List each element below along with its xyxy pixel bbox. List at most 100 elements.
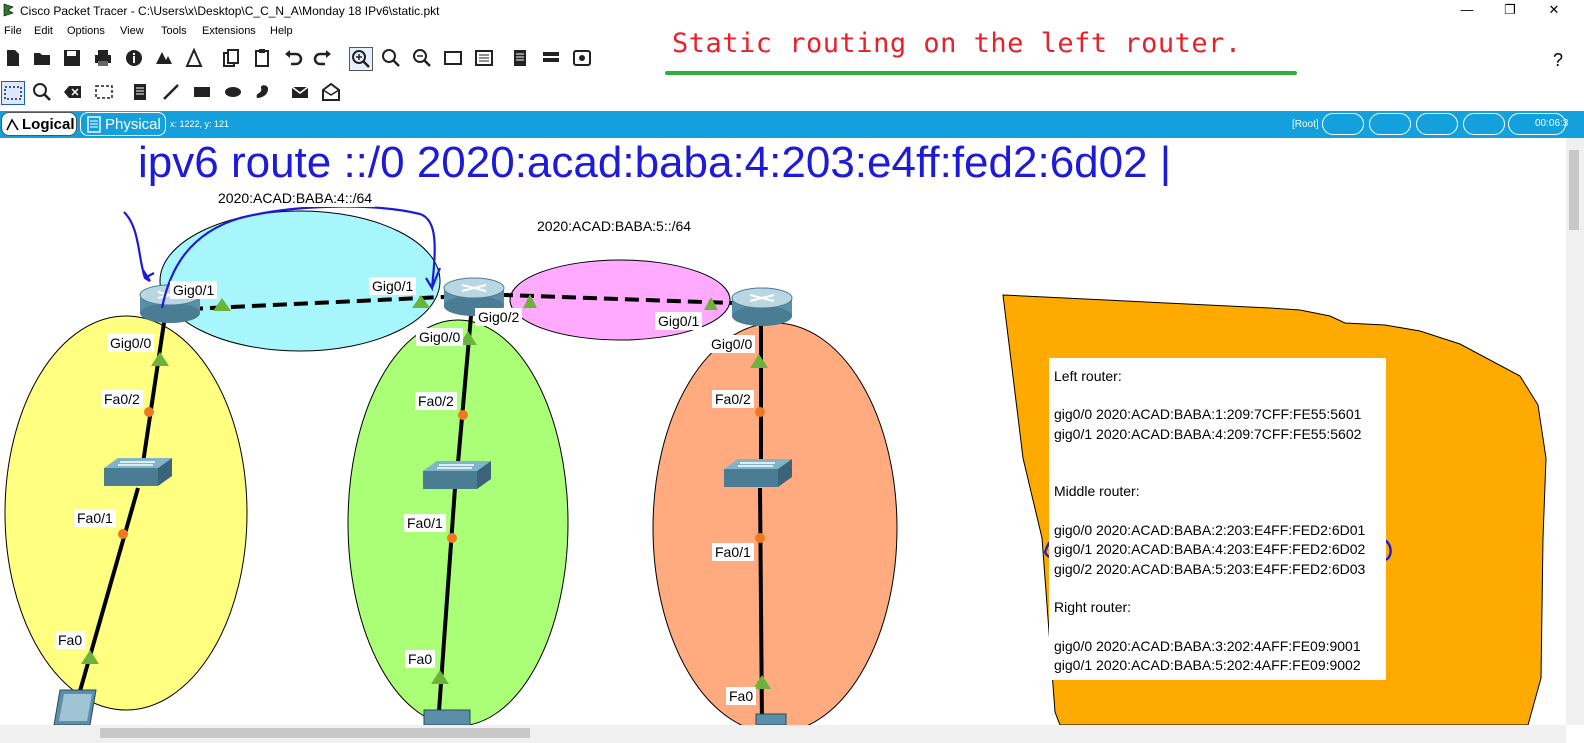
note-right-g00: gig0/0 2020:ACAD:BABA:3:202:4AFF:FE09:90…: [1054, 638, 1361, 654]
middle-switch-fa02-label: Fa0/2: [415, 392, 457, 410]
cursor-coordinates: x: 1222, y: 121: [170, 119, 230, 129]
left-pc-icon: [53, 689, 97, 725]
draw-rectangle-icon[interactable]: [191, 81, 213, 103]
set-background-button[interactable]: [1463, 113, 1505, 135]
middle-pc-icon: [423, 709, 471, 725]
drawing-toolbar: [0, 78, 360, 108]
menu-extensions[interactable]: Extensions: [202, 25, 256, 37]
undo-icon[interactable]: [282, 47, 304, 69]
left-switch-fa02-label: Fa0/2: [101, 390, 143, 408]
note-left-g01: gig0/1 2020:ACAD:BABA:4:209:7CFF:FE55:56…: [1054, 426, 1362, 442]
inspect-icon[interactable]: [31, 81, 53, 103]
annotation-title: Static routing on the left router.: [672, 28, 1242, 59]
middle-switch-fa01-label: Fa0/1: [404, 514, 446, 532]
maximize-button[interactable]: ❐: [1490, 0, 1530, 22]
print-icon[interactable]: [92, 47, 114, 69]
net-left-label: 2020:ACAD:BABA:4::/64: [215, 189, 376, 207]
zoom-in-icon[interactable]: [349, 47, 373, 71]
horizontal-scroll-thumb[interactable]: [100, 728, 530, 738]
move-object-button[interactable]: [1416, 113, 1458, 135]
packet-tracer-icon: [3, 3, 14, 17]
back-button[interactable]: [1322, 113, 1364, 135]
middle-router-gig00-label: Gig0/0: [416, 328, 464, 346]
tab-physical-label: Physical: [105, 116, 161, 133]
left-router-gig01-label: Gig0/1: [170, 281, 218, 299]
save-icon[interactable]: [61, 47, 83, 69]
pdu-list-icon[interactable]: [509, 47, 531, 69]
menu-help[interactable]: Help: [270, 25, 293, 37]
open-folder-icon[interactable]: [31, 47, 53, 69]
logical-view-icon: [6, 118, 19, 131]
delete-icon[interactable]: [62, 81, 84, 103]
place-note-icon[interactable]: [129, 81, 151, 103]
logical-workspace[interactable]: ipv6 route ::/0 2020:acad:baba:4:203:e4f…: [0, 138, 1566, 725]
right-switch-icon: [724, 459, 792, 487]
info-icon[interactable]: [123, 47, 145, 69]
address-note[interactable]: Left router: gig0/0 2020:ACAD:BABA:1:209…: [1049, 358, 1386, 680]
right-router-gig01-label: Gig0/1: [655, 312, 703, 330]
root-label: [Root]: [1292, 119, 1319, 130]
menu-file[interactable]: File: [4, 25, 22, 37]
zoom-reset-icon[interactable]: [380, 47, 402, 69]
drawing-palette-icon[interactable]: [442, 47, 464, 69]
new-file-icon[interactable]: [2, 47, 24, 69]
vertical-scroll-thumb[interactable]: [1569, 150, 1579, 230]
link-pending-marker: [118, 529, 128, 539]
title-bar: Cisco Packet Tracer - C:\Users\x\Desktop…: [0, 0, 1584, 22]
window-title: Cisco Packet Tracer - C:\Users\x\Desktop…: [20, 4, 440, 18]
cloud-button[interactable]: [1369, 113, 1411, 135]
tab-logical-label: Logical: [22, 116, 75, 133]
menu-bar: File Edit Options View Tools Extensions …: [0, 22, 700, 40]
left-lan-ellipse: [4, 315, 248, 711]
select-icon[interactable]: [1, 81, 25, 105]
note-middle-g00: gig0/0 2020:ACAD:BABA:2:203:E4FF:FED2:6D…: [1054, 522, 1366, 538]
left-switch-icon: [104, 458, 172, 486]
link-pending-marker: [458, 410, 468, 420]
resize-shape-icon[interactable]: [93, 81, 115, 103]
note-right-g01: gig0/1 2020:ACAD:BABA:5:202:4AFF:FE09:90…: [1054, 657, 1361, 673]
add-complex-pdu-icon[interactable]: [320, 81, 342, 103]
paste-icon[interactable]: [251, 47, 273, 69]
network-info-icon[interactable]: [153, 47, 175, 69]
menu-edit[interactable]: Edit: [34, 25, 53, 37]
right-pc-icon: [755, 713, 787, 725]
note-middle-g02: gig0/2 2020:ACAD:BABA:5:203:E4FF:FED2:6D…: [1054, 561, 1366, 577]
right-router-icon: [731, 287, 793, 326]
help-icon[interactable]: ?: [1553, 50, 1563, 71]
menu-view[interactable]: View: [120, 25, 144, 37]
draw-line-icon[interactable]: [160, 81, 182, 103]
freeform-icon[interactable]: [252, 81, 274, 103]
middle-switch-icon: [423, 461, 491, 489]
add-simple-pdu-icon[interactable]: [289, 81, 311, 103]
note-middle-title: Middle router:: [1054, 483, 1140, 499]
screenshot-icon[interactable]: [571, 47, 593, 69]
cluster-icon[interactable]: [540, 47, 562, 69]
menu-tools[interactable]: Tools: [161, 25, 187, 37]
note-right-title: Right router:: [1054, 599, 1132, 615]
middle-pc-fa0-label: Fa0: [405, 650, 436, 668]
link-pending-marker: [447, 533, 457, 543]
middle-router-gig02-label: Gig0/2: [475, 308, 523, 326]
menu-options[interactable]: Options: [67, 25, 105, 37]
copy-icon[interactable]: [220, 47, 242, 69]
right-switch-fa02-label: Fa0/2: [712, 390, 754, 408]
right-lan-ellipse: [652, 322, 898, 725]
zoom-out-icon[interactable]: [411, 47, 433, 69]
left-switch-fa01-label: Fa0/1: [74, 509, 116, 527]
ipv6-route-command: ipv6 route ::/0 2020:acad:baba:4:203:e4f…: [138, 138, 1172, 187]
activity-wizard-icon[interactable]: [183, 47, 205, 69]
middle-lan-ellipse: [347, 319, 569, 725]
note-left-g00: gig0/0 2020:ACAD:BABA:1:209:7CFF:FE55:56…: [1054, 406, 1362, 422]
tab-logical[interactable]: Logical: [1, 112, 77, 136]
custom-devices-icon[interactable]: [473, 47, 495, 69]
note-left-title: Left router:: [1054, 368, 1122, 384]
main-toolbar: [0, 42, 620, 74]
draw-ellipse-icon[interactable]: [222, 81, 244, 103]
left-router-gig00-label: Gig0/0: [107, 334, 155, 352]
tab-physical[interactable]: Physical: [80, 112, 166, 136]
redo-icon[interactable]: [312, 47, 334, 69]
close-button[interactable]: ✕: [1534, 0, 1574, 22]
annotation-underline: [665, 71, 1297, 75]
link-pending-marker: [144, 407, 154, 417]
minimize-button[interactable]: —: [1447, 0, 1487, 22]
